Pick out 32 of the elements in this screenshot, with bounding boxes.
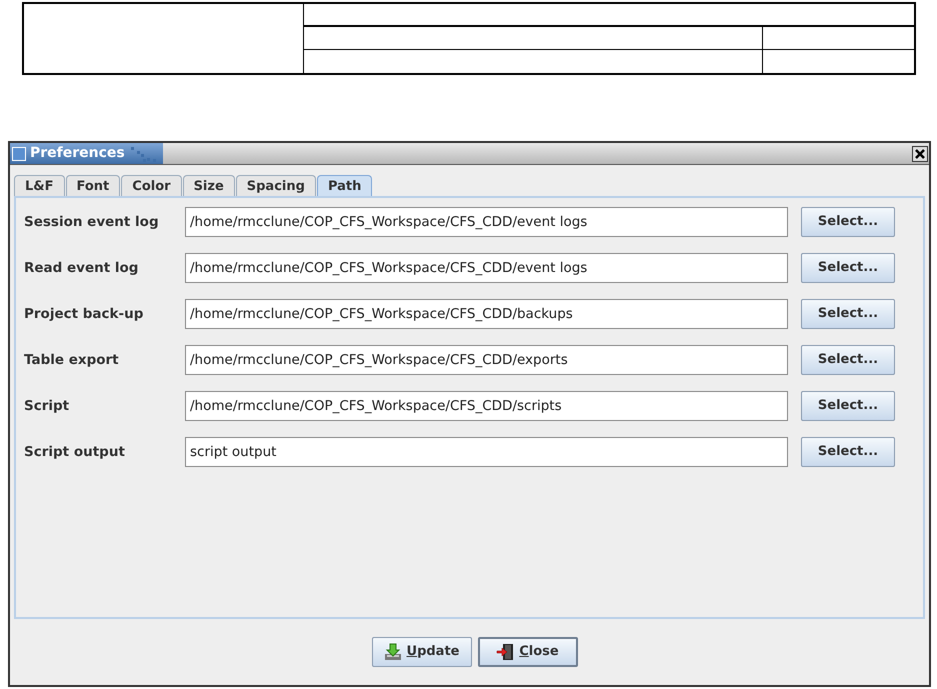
field-label: Script <box>24 396 70 416</box>
window-title: Preferences <box>30 144 125 163</box>
tab[interactable]: Color <box>121 175 182 196</box>
tab[interactable]: Path <box>316 175 372 196</box>
path-field[interactable]: script output <box>185 437 788 467</box>
tab[interactable]: Size <box>182 175 235 196</box>
select-button[interactable]: Select... <box>801 345 895 375</box>
field-label: Table export <box>24 350 120 370</box>
path-field[interactable]: /home/rmcclune/COP_CFS_Workspace/CFS_CDD/backups <box>185 299 788 329</box>
select-button[interactable]: Select... <box>801 437 895 467</box>
close-icon[interactable] <box>912 146 928 162</box>
pixel-decoration-icon <box>128 144 159 162</box>
field-label: Read event log <box>24 258 140 278</box>
select-button[interactable]: Select... <box>801 391 895 421</box>
exit-door-icon <box>496 643 514 661</box>
close-button[interactable]: Close <box>478 637 578 667</box>
select-button[interactable]: Select... <box>801 253 895 283</box>
select-button[interactable]: Select... <box>801 299 895 329</box>
path-field[interactable]: /home/rmcclune/COP_CFS_Workspace/CFS_CDD/event logs <box>185 207 788 237</box>
download-tray-icon <box>384 643 402 661</box>
path-field[interactable]: /home/rmcclune/COP_CFS_Workspace/CFS_CDD/scripts <box>185 391 788 421</box>
window-icon <box>12 146 26 160</box>
field-label: Project back-up <box>24 304 144 324</box>
path-field[interactable]: /home/rmcclune/COP_CFS_Workspace/CFS_CDD/event logs <box>185 253 788 283</box>
select-button[interactable]: Select... <box>801 207 895 237</box>
tab[interactable]: Font <box>66 175 120 196</box>
tab[interactable]: Spacing <box>236 175 316 196</box>
field-label: Script output <box>24 442 126 462</box>
update-button[interactable]: Update <box>372 637 472 667</box>
field-label: Session event log <box>24 212 160 232</box>
tab[interactable]: L&F <box>14 175 65 196</box>
path-field[interactable]: /home/rmcclune/COP_CFS_Workspace/CFS_CDD/exports <box>185 345 788 375</box>
